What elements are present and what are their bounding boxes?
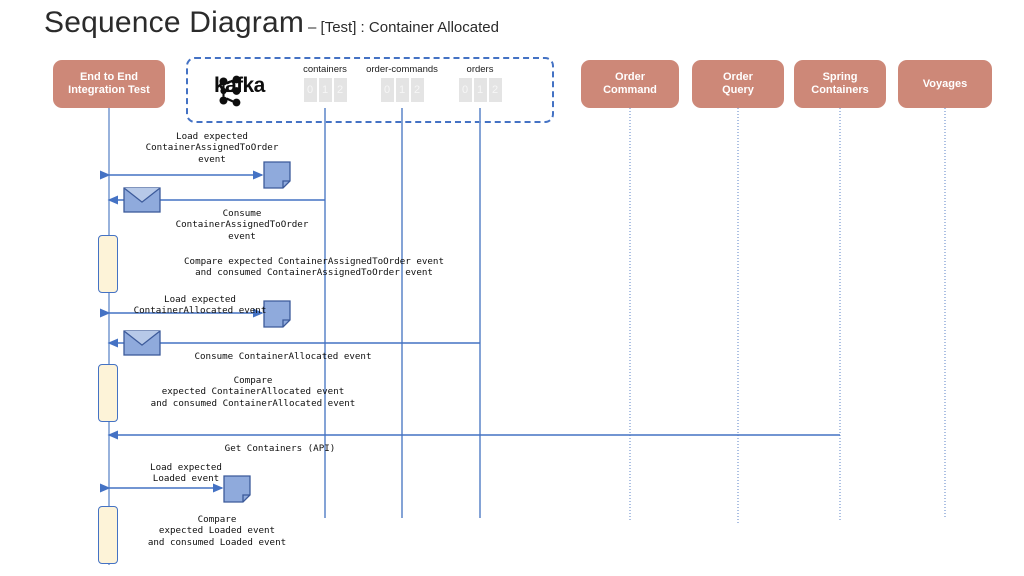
actor-box-spring-containers[interactable]: Spring Containers xyxy=(794,60,886,108)
partition-cell: 2 xyxy=(333,78,347,102)
partition-cell: 2 xyxy=(410,78,424,102)
actor-label: Order Command xyxy=(603,71,657,96)
message-label-compare-loaded: Compare expected Loaded event and consum… xyxy=(147,514,287,548)
partition-cell: 0 xyxy=(303,78,317,102)
partition-group: 012 xyxy=(432,78,528,102)
partition-cell: 1 xyxy=(473,78,487,102)
kafka-topic-orders[interactable]: orders 0 1 2 xyxy=(432,64,528,102)
actor-box-voyages[interactable]: Voyages xyxy=(898,60,992,108)
activation-bar xyxy=(98,506,118,564)
message-label-consume-assigned: Consume ContainerAssignedToOrder event xyxy=(175,208,309,242)
actor-label: Voyages xyxy=(922,77,968,90)
actor-label: Order Query xyxy=(722,71,754,96)
activation-bar xyxy=(98,364,118,422)
activation-bar xyxy=(98,235,118,293)
message-label-load-expected-allocated: Load expected ContainerAllocated event xyxy=(133,294,267,317)
message-label-compare-assigned: Compare expected ContainerAssignedToOrde… xyxy=(184,256,444,279)
message-label-get-containers-api: Get Containers (API) xyxy=(224,443,336,454)
partition-cell: 0 xyxy=(380,78,394,102)
envelope-icon xyxy=(123,330,161,356)
partition-cell: 0 xyxy=(458,78,472,102)
actor-label: End to End Integration Test xyxy=(68,71,150,96)
message-label-compare-allocated: Compare expected ContainerAllocated even… xyxy=(150,375,356,409)
message-label-consume-allocated: Consume ContainerAllocated event xyxy=(194,351,372,362)
topic-name-label: orders xyxy=(466,64,494,75)
partition-cell: 1 xyxy=(395,78,409,102)
message-label-load-expected-loaded: Load expected Loaded event xyxy=(150,462,222,485)
partition-cell: 2 xyxy=(488,78,502,102)
actor-box-order-command[interactable]: Order Command xyxy=(581,60,679,108)
message-label-load-expected-assigned: Load expected ContainerAssignedToOrder e… xyxy=(145,131,279,165)
actor-box-order-query[interactable]: Order Query xyxy=(692,60,784,108)
sequence-diagram-canvas: kafka End to End Integration Test Order C… xyxy=(0,0,1024,576)
actor-box-e2e[interactable]: End to End Integration Test xyxy=(53,60,165,108)
partition-cell: 1 xyxy=(318,78,332,102)
actor-label: Spring Containers xyxy=(811,71,869,96)
